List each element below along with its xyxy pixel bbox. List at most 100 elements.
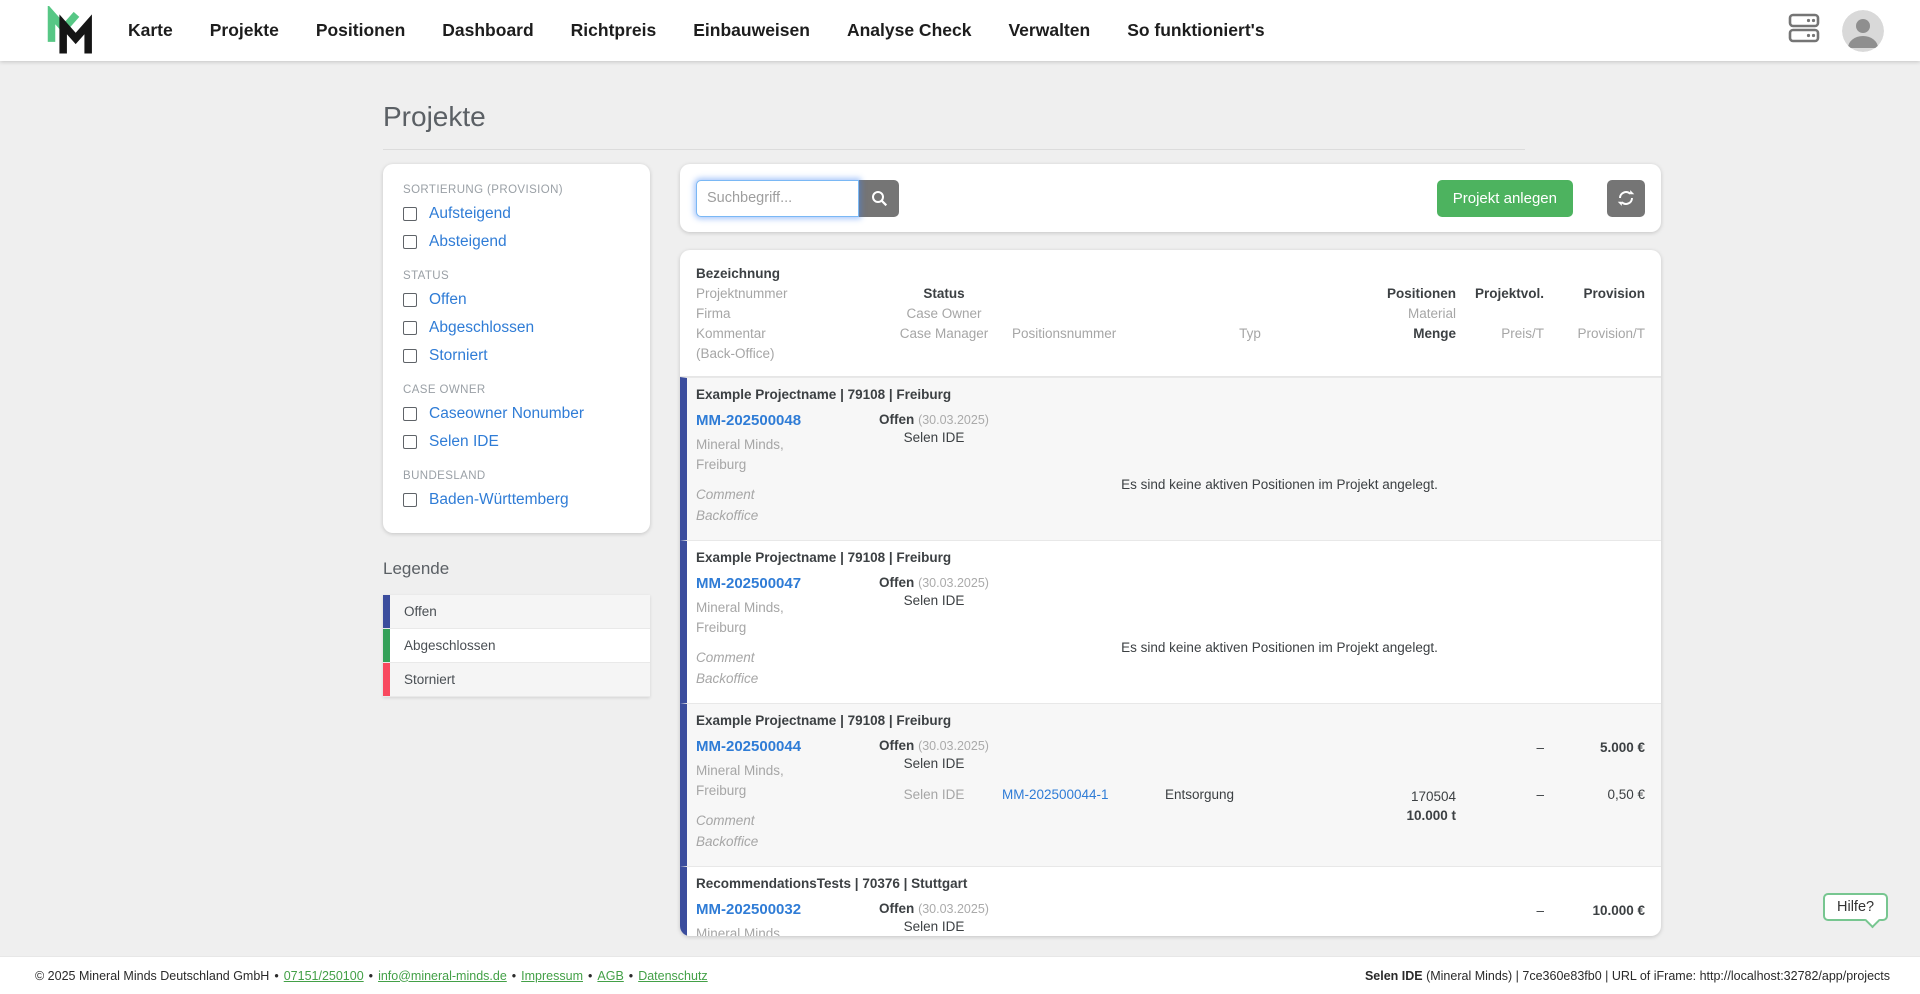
- help-bubble-tail: [1864, 912, 1881, 929]
- filter-section-case-owner: CASE OWNER: [403, 384, 486, 396]
- legend-color-offen: [383, 595, 390, 628]
- case-owner: Selen IDE: [903, 430, 965, 445]
- footer: © 2025 Mineral Minds Deutschland GmbH • …: [0, 956, 1920, 994]
- footer-email-link[interactable]: info@mineral-minds.de: [378, 969, 507, 983]
- projects-table: Bezeichnung Projektnummer Status Positio…: [680, 250, 1661, 936]
- project-preis: –: [1536, 740, 1544, 755]
- status-date: (30.03.2025): [918, 576, 989, 590]
- refresh-button[interactable]: [1607, 179, 1645, 217]
- filter-option-selen-ide[interactable]: Selen IDE: [403, 428, 630, 456]
- nav-item-so-funktionierts[interactable]: So funktioniert's: [1127, 20, 1264, 41]
- case-owner: Selen IDE: [903, 919, 965, 934]
- no-positions-message: Es sind keine aktiven Positionen im Proj…: [1121, 640, 1438, 655]
- project-number-link[interactable]: MM-202500048: [696, 412, 801, 429]
- filter-option-baden-wuerttemberg[interactable]: Baden-Württemberg: [403, 486, 630, 509]
- nav-item-einbauweisen[interactable]: Einbauweisen: [693, 20, 810, 41]
- checkbox[interactable]: [403, 321, 417, 335]
- col-projektvol: Projektvol.: [1474, 286, 1544, 301]
- status-date: (30.03.2025): [918, 902, 989, 916]
- nav-menu: Karte Projekte Positionen Dashboard Rich…: [128, 20, 1265, 41]
- checkbox[interactable]: [403, 293, 417, 307]
- checkbox[interactable]: [403, 407, 417, 421]
- status-label: Offen: [879, 575, 915, 590]
- project-provision: 5.000 €: [1599, 740, 1645, 755]
- nav-item-positionen[interactable]: Positionen: [316, 20, 405, 41]
- filter-option-abgeschlossen[interactable]: Abgeschlossen: [403, 314, 630, 342]
- col-status: Status: [923, 286, 965, 301]
- table-row: Example Projectname | 79108 | Freiburg M…: [680, 703, 1661, 866]
- status-label: Offen: [879, 412, 915, 427]
- legend-color-abgeschlossen: [383, 629, 390, 662]
- table-row: Example Projectname | 79108 | Freiburg M…: [680, 377, 1661, 540]
- filter-option-offen[interactable]: Offen: [403, 286, 630, 314]
- footer-agb-link[interactable]: AGB: [597, 969, 623, 983]
- case-owner: Selen IDE: [903, 593, 965, 608]
- col-provision-t: Provision/T: [1577, 326, 1645, 341]
- checkbox[interactable]: [403, 349, 417, 363]
- checkbox[interactable]: [403, 207, 417, 221]
- filter-section-sortierung: SORTIERUNG (PROVISION): [403, 184, 564, 196]
- project-company: Mineral Minds,: [696, 926, 784, 936]
- refresh-icon: [1617, 190, 1635, 206]
- status-date: (30.03.2025): [918, 413, 989, 427]
- filter-section-status: STATUS: [403, 270, 450, 282]
- project-title: Example Projectname | 79108 | Freiburg: [696, 713, 952, 728]
- col-backoffice: (Back-Office): [696, 346, 775, 361]
- search-icon: [871, 190, 887, 206]
- footer-impressum-link[interactable]: Impressum: [521, 969, 583, 983]
- footer-session-info: Selen IDE (Mineral Minds) | 7ce360e83fb0…: [1364, 968, 1890, 983]
- legend-item-offen: Offen: [383, 595, 650, 629]
- col-typ: Typ: [1239, 326, 1261, 341]
- project-title: Example Projectname | 79108 | Freiburg: [696, 550, 952, 565]
- checkbox[interactable]: [403, 493, 417, 507]
- table-row: RecommendationsTests | 70376 | Stuttgart…: [680, 866, 1661, 936]
- col-projektnummer: Projektnummer: [696, 286, 788, 301]
- status-label: Offen: [879, 901, 915, 916]
- nav-item-analyse-check[interactable]: Analyse Check: [847, 20, 972, 41]
- status-label: Offen: [879, 738, 915, 753]
- project-number-link[interactable]: MM-202500047: [696, 575, 801, 592]
- footer-phone-link[interactable]: 07151/250100: [284, 969, 364, 983]
- nav-item-dashboard[interactable]: Dashboard: [442, 20, 533, 41]
- project-title: RecommendationsTests | 70376 | Stuttgart: [696, 876, 968, 891]
- search-button[interactable]: [859, 179, 899, 217]
- table-header: Bezeichnung Projektnummer Status Positio…: [680, 250, 1661, 377]
- checkbox[interactable]: [403, 435, 417, 449]
- filter-option-aufsteigend[interactable]: Aufsteigend: [403, 200, 630, 228]
- col-case-owner: Case Owner: [906, 306, 982, 321]
- mineral-minds-logo[interactable]: [44, 3, 94, 56]
- server-icon[interactable]: [1788, 11, 1820, 50]
- filter-option-storniert[interactable]: Storniert: [403, 342, 630, 370]
- top-navigation: Karte Projekte Positionen Dashboard Rich…: [0, 0, 1920, 61]
- nav-item-verwalten[interactable]: Verwalten: [1008, 20, 1090, 41]
- nav-item-karte[interactable]: Karte: [128, 20, 173, 41]
- col-positionsnummer: Positionsnummer: [1012, 326, 1117, 341]
- filter-option-absteigend[interactable]: Absteigend: [403, 228, 630, 256]
- user-avatar-icon[interactable]: [1842, 9, 1884, 52]
- footer-session-user: Selen IDE: [1364, 968, 1423, 983]
- help-button[interactable]: Hilfe?: [1823, 893, 1889, 929]
- project-number-link[interactable]: MM-202500044: [696, 738, 801, 755]
- position-number-link[interactable]: MM-202500044-1: [1002, 787, 1157, 825]
- legend: Offen Abgeschlossen Storniert: [383, 595, 650, 697]
- footer-datenschutz-link[interactable]: Datenschutz: [638, 969, 707, 983]
- project-comment: Comment: [696, 487, 755, 502]
- project-city: Freiburg: [696, 457, 747, 472]
- logo-icon: [47, 3, 92, 54]
- col-provision: Provision: [1583, 286, 1645, 301]
- main-content: Projekte SORTIERUNG (PROVISION) Aufsteig…: [383, 61, 1661, 936]
- position-typ: Entsorgung: [1165, 787, 1235, 802]
- legend-title: Legende: [383, 559, 450, 578]
- col-material: Material: [1407, 306, 1456, 321]
- case-owner: Selen IDE: [903, 756, 965, 771]
- project-number-link[interactable]: MM-202500032: [696, 901, 801, 918]
- nav-item-richtpreis[interactable]: Richtpreis: [571, 20, 657, 41]
- search-input[interactable]: [696, 179, 859, 217]
- project-title: Example Projectname | 79108 | Freiburg: [696, 387, 952, 402]
- checkbox[interactable]: [403, 235, 417, 249]
- nav-item-projekte[interactable]: Projekte: [210, 20, 279, 41]
- create-project-button[interactable]: Projekt anlegen: [1436, 179, 1573, 217]
- filter-option-caseowner-nonumber[interactable]: Caseowner Nonumber: [403, 400, 630, 428]
- project-backoffice: Backoffice: [696, 834, 759, 849]
- filter-section-bundesland: BUNDESLAND: [403, 470, 486, 482]
